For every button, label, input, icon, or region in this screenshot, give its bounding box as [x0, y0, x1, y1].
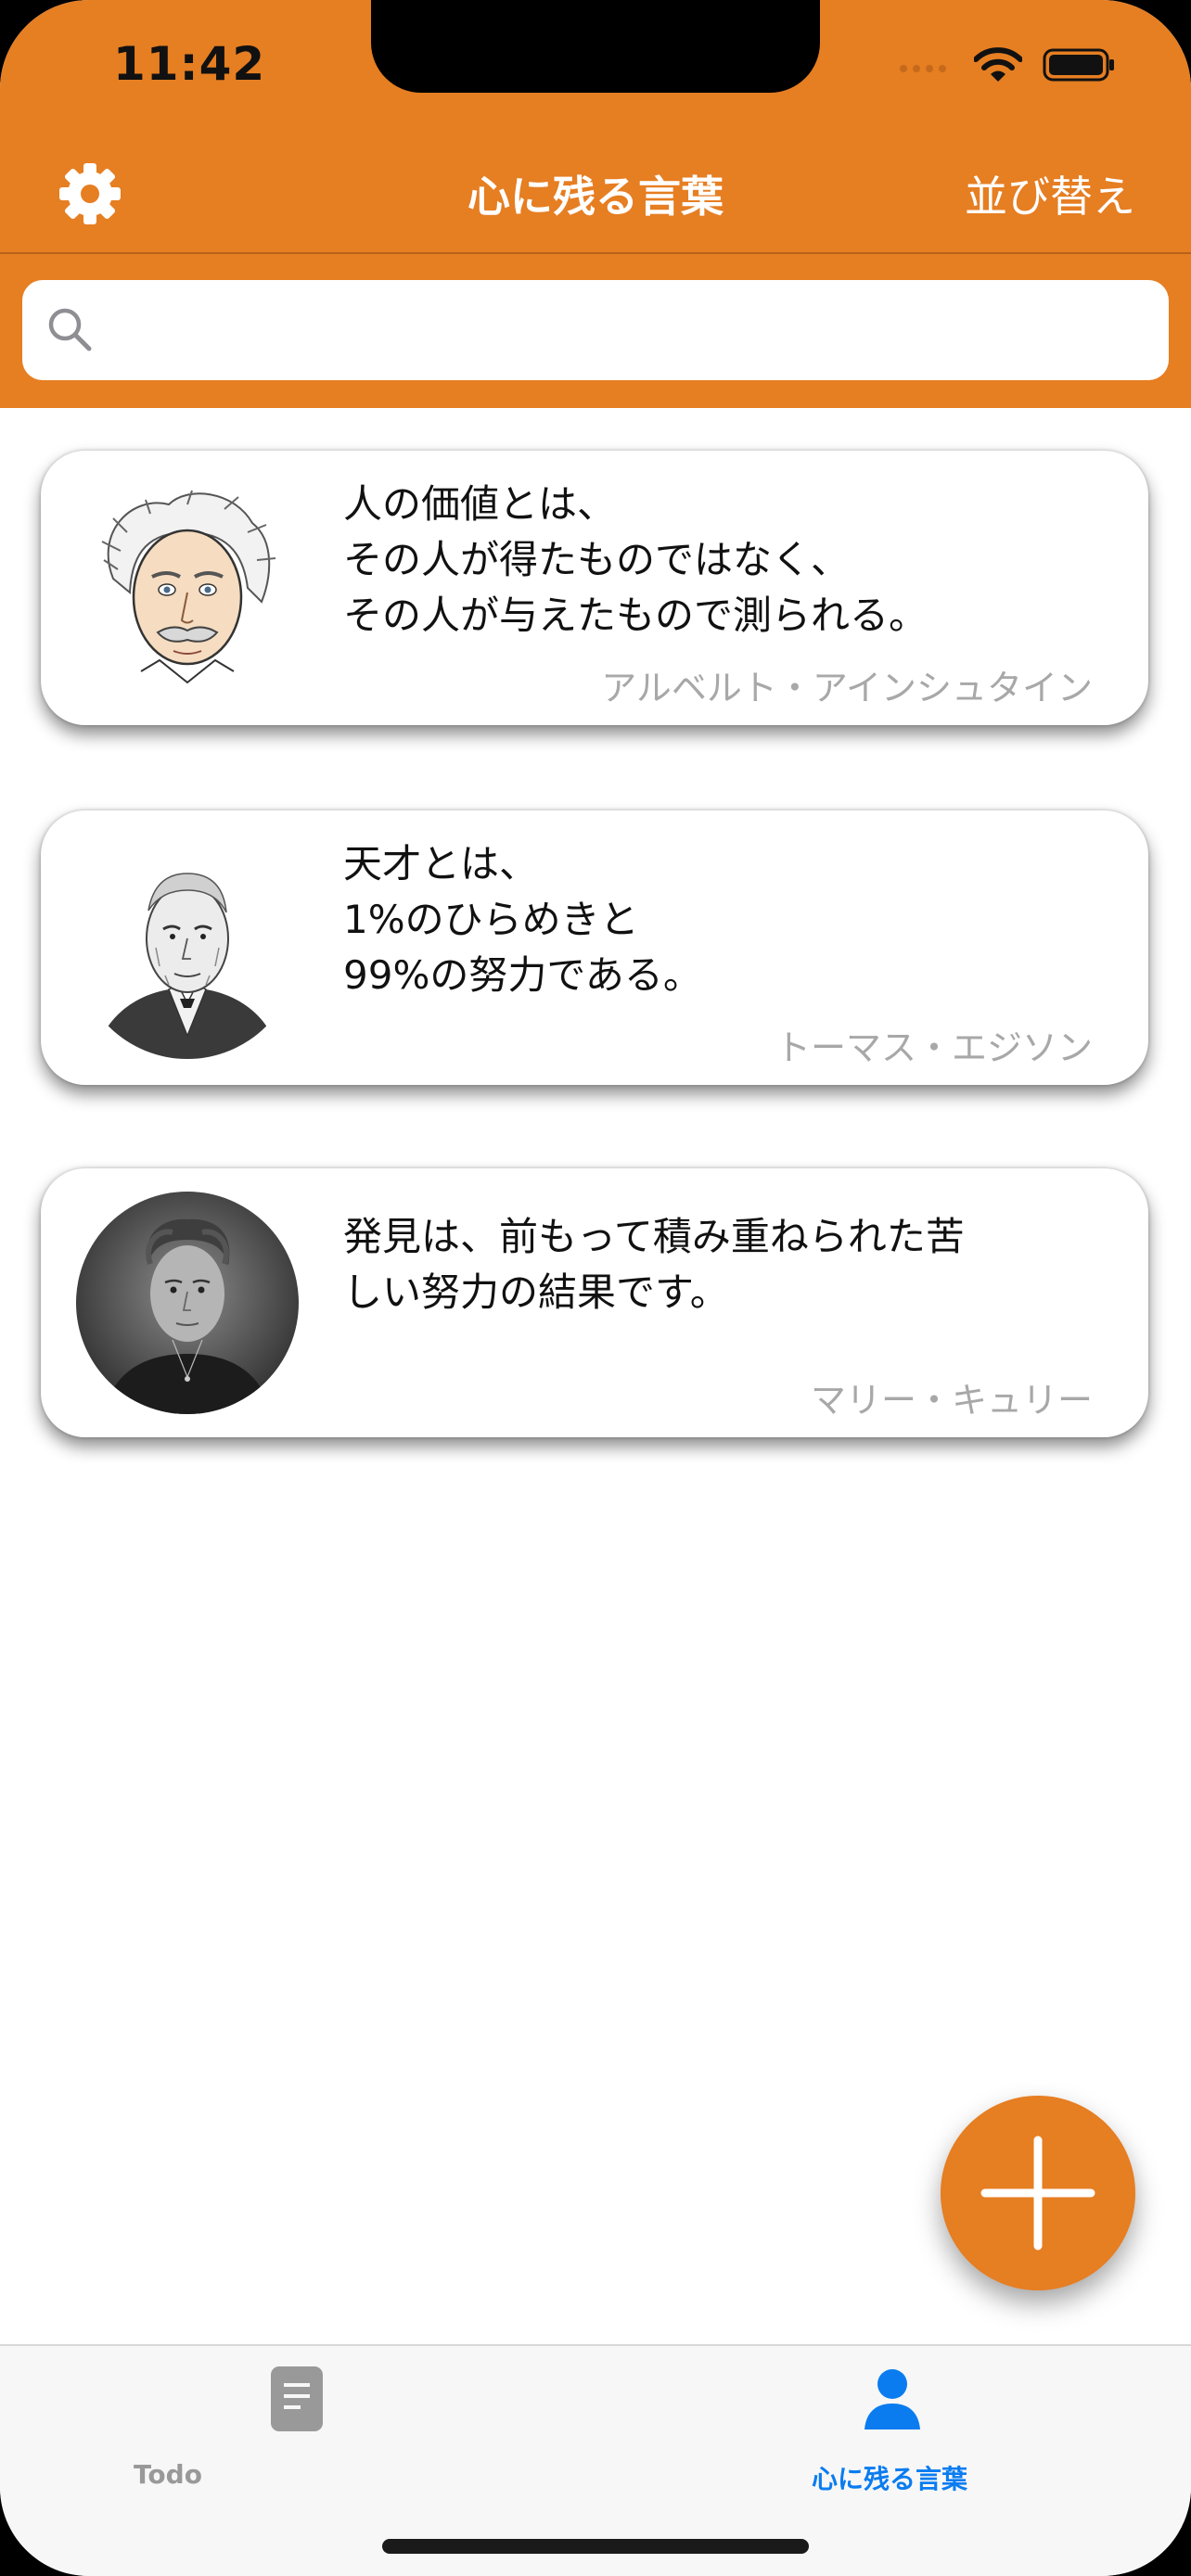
sort-button[interactable]: 並び替え: [965, 163, 1135, 224]
home-indicator: [382, 2539, 809, 2554]
tab-label: Todo: [134, 2459, 202, 2490]
einstein-portrait-icon: [76, 477, 299, 699]
cellular-signal-icon: [900, 65, 946, 72]
document-icon: [271, 2366, 323, 2431]
header-divider: [0, 252, 1191, 254]
device-notch: [371, 0, 820, 93]
quote-card[interactable]: 人の価値とは、 その人が得たものではなく、 その人が与えたもので測られる。 アル…: [41, 451, 1148, 725]
quote-text: 発見は、前もって積み重ねられた苦 しい努力の結果です。: [343, 1209, 1111, 1320]
battery-icon: [1043, 48, 1114, 82]
status-icons: [898, 46, 1117, 83]
quote-line: しい努力の結果です。: [343, 1269, 729, 1315]
quote-text: 天才とは、 1%のひらめきと 99%の努力である。: [343, 836, 1111, 1003]
avatar: [76, 836, 299, 1059]
add-quote-button[interactable]: [941, 2096, 1135, 2290]
quote-line: その人が得たものではなく、: [343, 537, 851, 582]
quote-line: 発見は、前もって積み重ねられた苦: [343, 1214, 965, 1259]
search-icon: [48, 308, 92, 351]
quote-author: アルベルト・アインシュタイン: [601, 668, 1093, 708]
avatar: [76, 477, 299, 699]
quote-line: 天才とは、: [343, 841, 539, 886]
person-icon: [864, 2369, 920, 2429]
quote-author: トーマス・エジソン: [775, 1027, 1093, 1068]
plus-icon: [980, 2136, 1095, 2251]
search-bar[interactable]: [22, 280, 1169, 380]
tab-todo[interactable]: Todo: [0, 2346, 596, 2513]
quote-author: マリー・キュリー: [810, 1380, 1093, 1421]
app-screen: 11:42 心に残る言葉 並び替え 人の価値とは、 その人が得たものではなく、 …: [0, 0, 1191, 2576]
quote-line: 人の価値とは、: [343, 481, 617, 527]
tab-label: 心に残る言葉: [811, 2464, 967, 2494]
nav-header: 11:42 心に残る言葉 並び替え: [0, 0, 1191, 408]
avatar: [76, 1192, 299, 1414]
edison-portrait-icon: [76, 836, 299, 1059]
quote-line: 1%のひらめきと: [343, 897, 639, 942]
quote-line: その人が与えたもので測られる。: [343, 593, 928, 638]
search-input[interactable]: [111, 280, 1146, 380]
quote-line: 99%の努力である。: [343, 952, 702, 998]
curie-portrait-icon: [76, 1192, 299, 1414]
quote-card[interactable]: 発見は、前もって積み重ねられた苦 しい努力の結果です。 マリー・キュリー: [41, 1168, 1148, 1437]
wifi-icon: [974, 47, 1022, 82]
status-time: 11:42: [113, 37, 266, 91]
quote-card[interactable]: 天才とは、 1%のひらめきと 99%の努力である。 トーマス・エジソン: [41, 810, 1148, 1085]
quote-text: 人の価値とは、 その人が得たものではなく、 その人が与えたもので測られる。: [343, 477, 1111, 644]
tab-quotes[interactable]: 心に残る言葉: [596, 2346, 1191, 2513]
